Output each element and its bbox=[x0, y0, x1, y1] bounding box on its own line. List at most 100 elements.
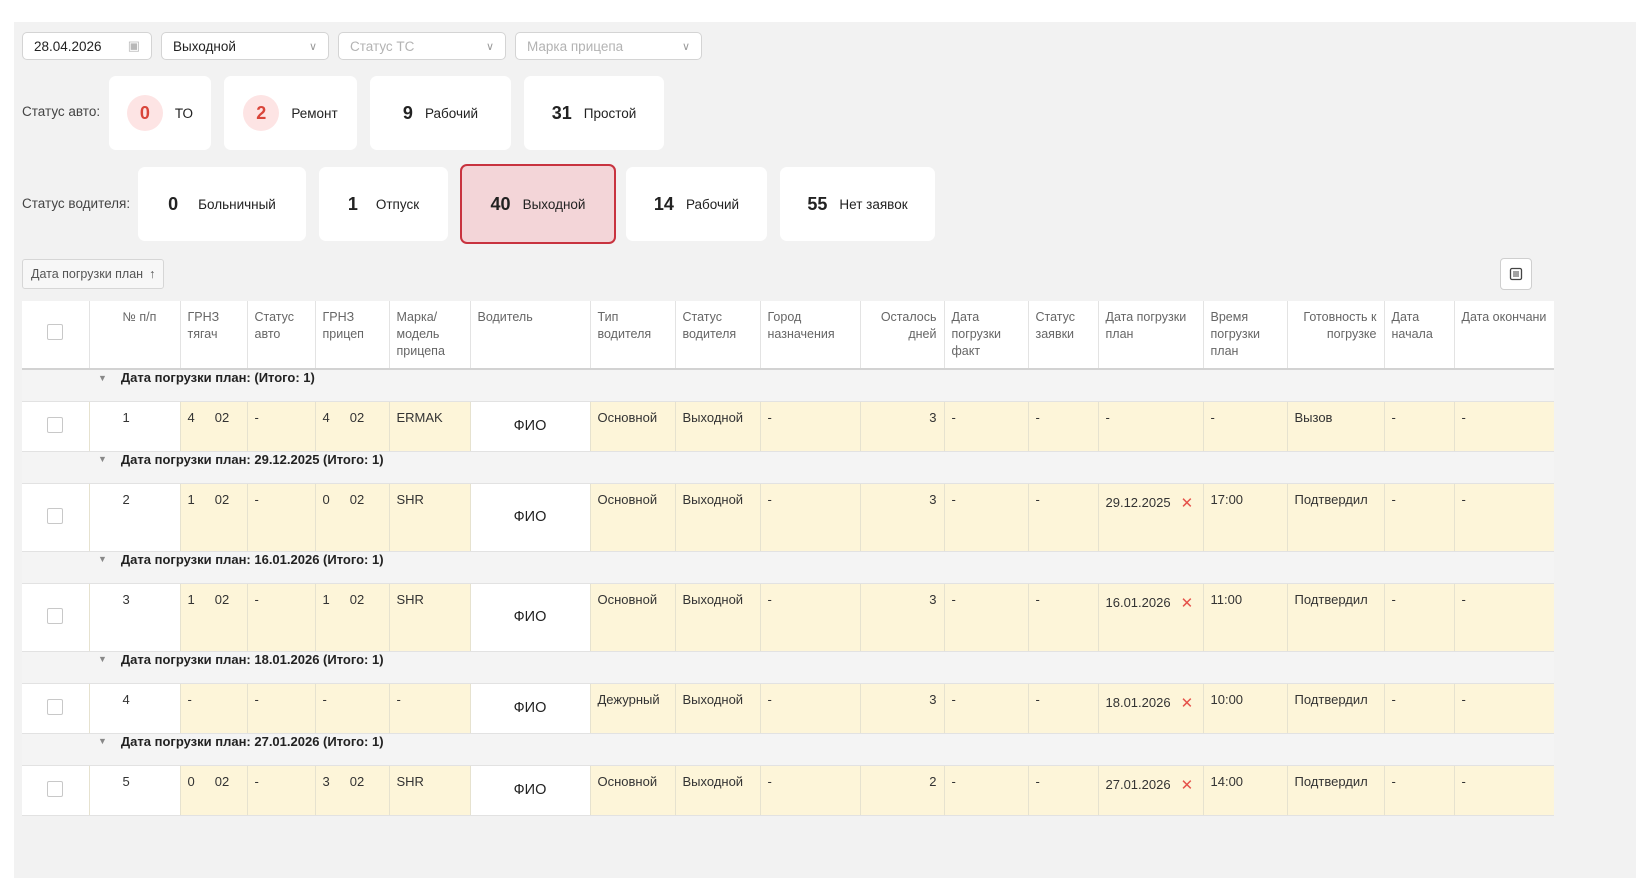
driver-status-count: 14 bbox=[653, 193, 674, 214]
collapse-caret-icon[interactable]: ▼ bbox=[98, 373, 107, 383]
auto-status-card-label: ТО bbox=[174, 105, 194, 121]
col-load-fact[interactable]: Дата погрузки факт bbox=[943, 301, 1028, 370]
driver-status-count: 40 bbox=[490, 193, 511, 214]
group-row[interactable]: ▼ Дата погрузки план: (Итого: 1) bbox=[22, 369, 1554, 402]
auto-status-cell: - bbox=[246, 583, 315, 652]
sort-chip-label: Дата погрузки план bbox=[31, 267, 144, 281]
col-driver-status[interactable]: Статус водителя bbox=[674, 301, 760, 370]
driver-status-label: Статус водителя: bbox=[22, 196, 131, 211]
col-auto-status[interactable]: Статус авто bbox=[246, 301, 315, 370]
row-checkbox[interactable] bbox=[47, 780, 64, 797]
table-row[interactable]: 2 1 02-0 02 SHR ФИО Основной Выходной -3- -29.12.… bbox=[22, 483, 1554, 552]
grnz-tractor-cell: 1 02 bbox=[179, 483, 247, 552]
col-load-time[interactable]: Время погрузки план bbox=[1202, 301, 1287, 370]
auto-status-cell: - bbox=[246, 401, 315, 452]
driver-status-card-working[interactable]: 14 Рабочий bbox=[626, 167, 767, 241]
col-num[interactable]: № п/п bbox=[88, 301, 180, 370]
collapse-caret-icon[interactable]: ▼ bbox=[98, 454, 107, 464]
request-status-cell: - bbox=[1027, 583, 1098, 652]
select-all-cell bbox=[22, 301, 89, 370]
auto-status-card-label: Простой bbox=[583, 105, 637, 121]
driver-status-card-no-requests[interactable]: 55 Нет заявок bbox=[780, 167, 935, 241]
row-checkbox[interactable] bbox=[47, 607, 64, 624]
load-plan-cell[interactable]: 29.12.2025 ✕ bbox=[1097, 483, 1203, 552]
table-row[interactable]: 3 1 02-1 02 SHR ФИО Основной Выходной -3- -16.01.… bbox=[22, 583, 1554, 652]
group-header: ▼ Дата погрузки план: (Итого: 1) bbox=[22, 370, 1554, 385]
export-excel-button[interactable] bbox=[1500, 258, 1532, 290]
col-request-status[interactable]: Статус заявки bbox=[1027, 301, 1098, 370]
date-picker[interactable]: 28.04.2026 ▣ bbox=[22, 32, 152, 60]
driver-status-card-vacation[interactable]: 1 Отпуск bbox=[319, 167, 448, 241]
col-grnz-trailer[interactable]: ГРНЗ прицеп bbox=[314, 301, 389, 370]
group-row[interactable]: ▼ Дата погрузки план: 27.01.2026 (Итого: … bbox=[22, 733, 1554, 766]
load-fact-cell: - bbox=[943, 583, 1028, 652]
col-driver[interactable]: Водитель bbox=[469, 301, 590, 370]
auto-status-card-to[interactable]: 0 ТО bbox=[109, 76, 211, 150]
row-checkbox[interactable] bbox=[47, 416, 64, 433]
group-row[interactable]: ▼ Дата погрузки план: 16.01.2026 (Итого: … bbox=[22, 551, 1554, 584]
row-select-cell bbox=[22, 483, 89, 552]
driver-cell[interactable]: ФИО bbox=[469, 683, 590, 734]
sort-arrow-up-icon: ↑ bbox=[149, 267, 156, 281]
auto-status-card-working[interactable]: 9 Рабочий bbox=[370, 76, 511, 150]
clear-date-icon[interactable]: ✕ bbox=[1181, 694, 1194, 712]
auto-status-card-label: Ремонт bbox=[291, 105, 338, 121]
col-end-date[interactable]: Дата окончани bbox=[1453, 301, 1554, 370]
driver-status-card-sick[interactable]: 0 Больничный bbox=[138, 167, 306, 241]
day-type-select[interactable]: Выходной ∨ bbox=[161, 32, 329, 60]
col-load-plan[interactable]: Дата погрузки план bbox=[1097, 301, 1203, 370]
col-trailer-model[interactable]: Марка/ модель прицепа bbox=[388, 301, 470, 370]
select-all-checkbox[interactable] bbox=[47, 324, 64, 340]
request-status-cell: - bbox=[1027, 765, 1098, 816]
clear-date-icon[interactable]: ✕ bbox=[1181, 776, 1194, 794]
load-plan-cell[interactable]: 16.01.2026 ✕ bbox=[1097, 583, 1203, 652]
row-number: 1 bbox=[88, 401, 180, 452]
days-left-cell: 2 bbox=[859, 765, 944, 816]
table-body: ▼ Дата погрузки план: (Итого: 1) 1 4 02-4 02 E… bbox=[22, 369, 1554, 816]
clear-date-icon[interactable]: ✕ bbox=[1181, 494, 1194, 512]
collapse-caret-icon[interactable]: ▼ bbox=[98, 554, 107, 564]
row-checkbox[interactable] bbox=[47, 698, 64, 715]
auto-status-card-idle[interactable]: 31 Простой bbox=[524, 76, 664, 150]
end-date-cell: - bbox=[1453, 483, 1554, 552]
col-grnz-tractor[interactable]: ГРНЗ тягач bbox=[179, 301, 247, 370]
readiness-cell: Подтвердил bbox=[1286, 583, 1384, 652]
trailer-brand-select[interactable]: Марка прицепа ∨ bbox=[515, 32, 702, 60]
table-row[interactable]: 5 0 02-3 02 SHR ФИО Основной Выходной -2- -27.01.… bbox=[22, 765, 1554, 816]
driver-status-card-dayoff[interactable]: 40 Выходной bbox=[460, 164, 616, 244]
col-readiness[interactable]: Готовность к погрузке bbox=[1286, 301, 1384, 370]
table-row[interactable]: 1 4 02-4 02 ERMAK ФИО Основной Выходной -3- - - - Вы… bbox=[22, 401, 1554, 452]
col-days-left[interactable]: Осталось дней bbox=[859, 301, 944, 370]
collapse-caret-icon[interactable]: ▼ bbox=[98, 736, 107, 746]
col-start-date[interactable]: Дата начала bbox=[1383, 301, 1454, 370]
row-checkbox[interactable] bbox=[47, 507, 64, 524]
group-row[interactable]: ▼ Дата погрузки план: 18.01.2026 (Итого: … bbox=[22, 651, 1554, 684]
driver-cell[interactable]: ФИО bbox=[469, 483, 590, 552]
driver-cell[interactable]: ФИО bbox=[469, 583, 590, 652]
group-title: Дата погрузки план: (Итого: 1) bbox=[120, 370, 315, 385]
driver-cell[interactable]: ФИО bbox=[469, 765, 590, 816]
request-status-cell: - bbox=[1027, 401, 1098, 452]
request-status-cell: - bbox=[1027, 483, 1098, 552]
col-driver-type[interactable]: Тип водителя bbox=[589, 301, 675, 370]
load-fact-cell: - bbox=[943, 683, 1028, 734]
load-plan-cell[interactable]: 18.01.2026 ✕ bbox=[1097, 683, 1203, 734]
auto-status-count: 2 bbox=[243, 95, 280, 131]
load-plan-cell[interactable]: 27.01.2026 ✕ bbox=[1097, 765, 1203, 816]
table-row[interactable]: 4- - - - ФИО Дежурный Выходной -3- -18.01.2026 ✕ 1… bbox=[22, 683, 1554, 734]
driver-cell[interactable]: ФИО bbox=[469, 401, 590, 452]
sort-chip[interactable]: Дата погрузки план ↑ bbox=[22, 259, 165, 289]
vehicle-status-placeholder: Статус ТС bbox=[350, 38, 415, 54]
load-plan-cell[interactable]: - bbox=[1097, 401, 1203, 452]
readiness-cell: Вызов bbox=[1286, 401, 1384, 452]
start-date-cell: - bbox=[1383, 683, 1454, 734]
group-row[interactable]: ▼ Дата погрузки план: 29.12.2025 (Итого: … bbox=[22, 451, 1554, 484]
clear-date-icon[interactable]: ✕ bbox=[1181, 594, 1194, 612]
vehicle-status-select[interactable]: Статус ТС ∨ bbox=[338, 32, 506, 60]
grnz-tractor-cell: 0 02 bbox=[179, 765, 247, 816]
collapse-caret-icon[interactable]: ▼ bbox=[98, 654, 107, 664]
auto-status-cell: - bbox=[246, 765, 315, 816]
col-destination[interactable]: Город назначения bbox=[759, 301, 860, 370]
calendar-icon: ▣ bbox=[127, 38, 140, 53]
auto-status-card-repair[interactable]: 2 Ремонт bbox=[224, 76, 357, 150]
